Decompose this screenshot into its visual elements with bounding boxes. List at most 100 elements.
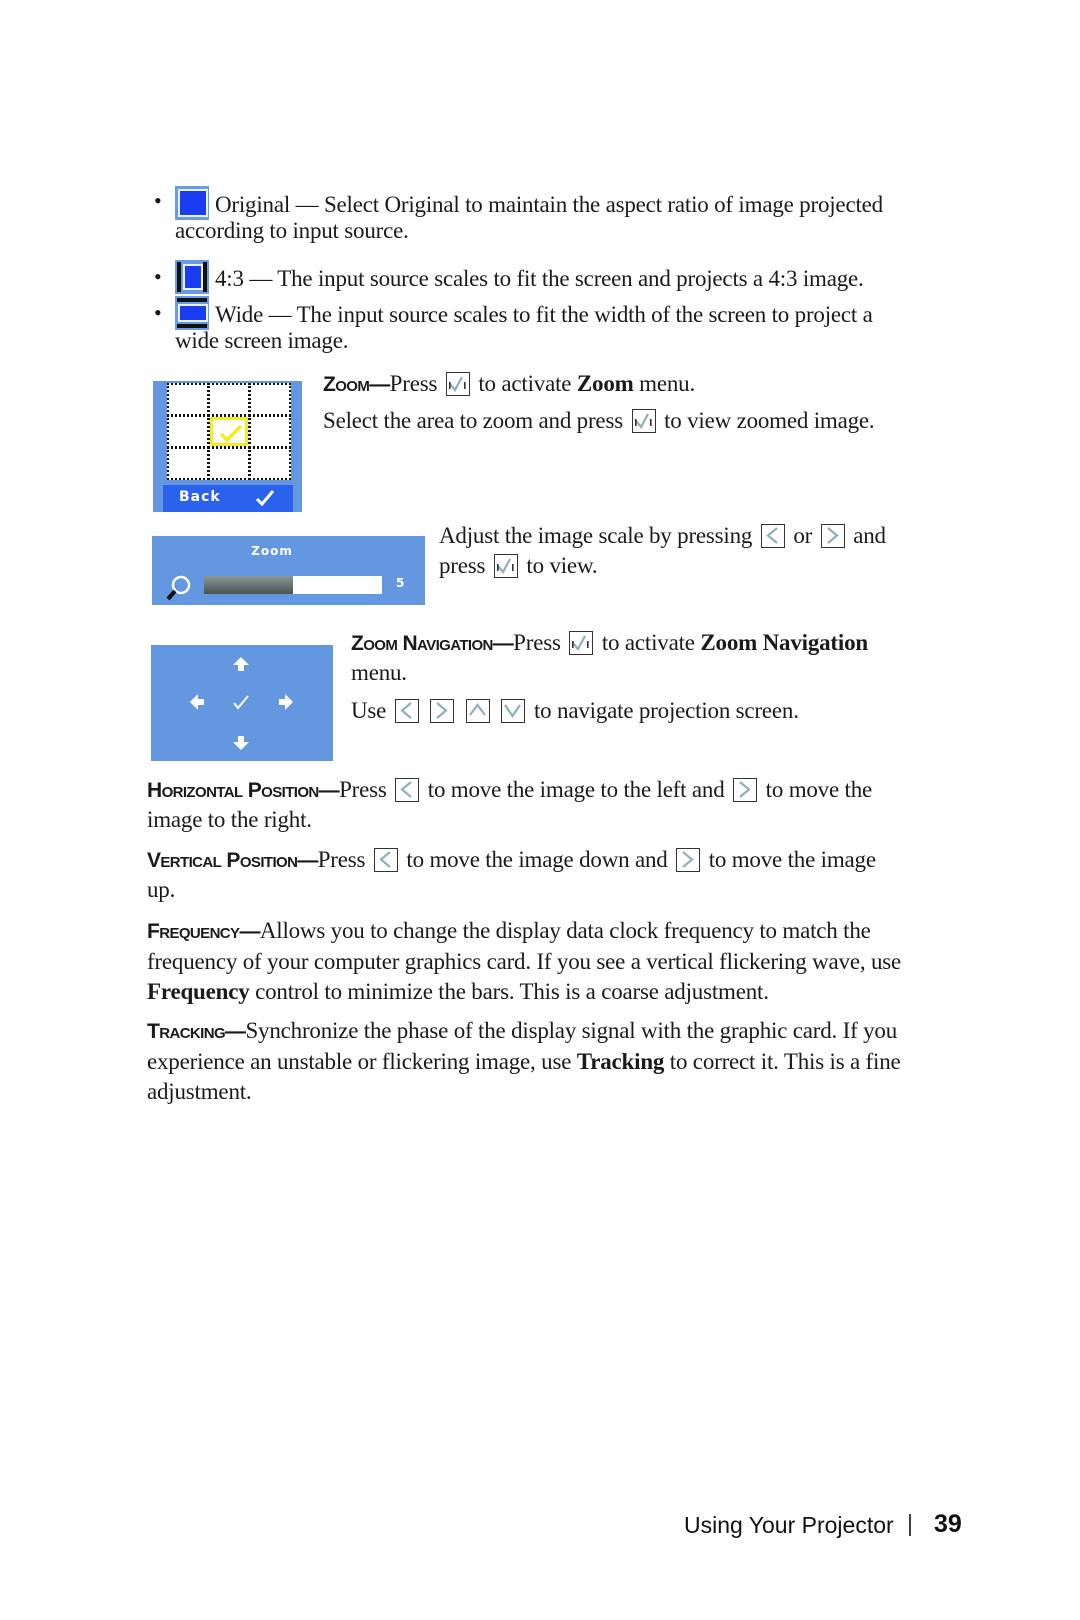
- text: Select the area to zoom and press: [323, 408, 623, 433]
- text: to view zoomed image.: [664, 408, 875, 433]
- right-key-icon: [820, 524, 845, 548]
- right-key-icon: [676, 848, 701, 872]
- zoom-nav-line-1-cont: menu.: [351, 660, 407, 685]
- aspect-option-4-3: 4:3 — The input source scales to fit the…: [175, 260, 975, 294]
- zoom-grid-cell[interactable]: [167, 383, 209, 416]
- confirm-check-icon[interactable]: [255, 489, 275, 507]
- left-key-icon: [394, 699, 419, 723]
- check-icon: [219, 424, 243, 443]
- vertical-position-item: Vertical Position—Press to move the imag…: [147, 845, 977, 876]
- zoom-grid-cell[interactable]: [249, 415, 291, 448]
- arrow-right-icon[interactable]: [278, 693, 294, 711]
- text: Press: [513, 630, 561, 655]
- bullet: •: [154, 300, 162, 325]
- text: to navigate projection screen.: [533, 698, 799, 723]
- frequency-line: Frequency control to minimize the bars. …: [147, 977, 977, 1007]
- zoom-osd-title: Zoom: [251, 544, 293, 558]
- aspect-option-continuation: wide screen image.: [175, 328, 349, 353]
- zoom-scale-osd: Zoom 5: [152, 536, 425, 605]
- text: press: [439, 553, 486, 578]
- horizontal-position-heading: Horizontal Position—: [147, 779, 340, 802]
- aspect-option-original: Original — Select Original to maintain t…: [175, 186, 975, 220]
- aspect-original-icon: [175, 186, 209, 220]
- frequency-line: Frequency—Allows you to change the displ…: [147, 916, 977, 947]
- frequency-heading: Frequency—: [147, 920, 260, 943]
- enter-key-icon: [493, 554, 518, 578]
- tracking-item: Tracking—Synchronize the phase of the di…: [147, 1016, 977, 1107]
- vertical-position-heading: Vertical Position—: [147, 849, 318, 872]
- zoom-line-1: Zoom—Press to activate Zoom menu.: [323, 369, 963, 400]
- zoom-level-slider[interactable]: [204, 576, 382, 594]
- up-key-icon: [465, 699, 490, 723]
- aspect-option-continuation: according to input source.: [175, 218, 409, 243]
- zoom-grid-cell[interactable]: [208, 383, 250, 416]
- zoom-navigation-osd: [151, 645, 333, 761]
- text: to move the image down and: [406, 847, 668, 872]
- down-key-icon: [501, 699, 526, 723]
- horizontal-position-cont: image to the right.: [147, 807, 312, 832]
- frequency-item: Frequency—Allows you to change the displ…: [147, 916, 977, 1007]
- tracking-line: Tracking—Synchronize the phase of the di…: [147, 1016, 977, 1047]
- zoom-grid-cell[interactable]: [208, 447, 250, 480]
- text: or: [793, 523, 813, 548]
- zoom-scale-line-2: press to view.: [439, 551, 598, 581]
- text: Press: [389, 371, 438, 396]
- zoom-scale-line-1: Adjust the image scale by pressing or an…: [439, 521, 979, 551]
- bold-term: Tracking: [576, 1049, 665, 1074]
- enter-key-icon: [631, 409, 656, 433]
- text: to move the: [765, 777, 873, 802]
- aspect-option-text: 4:3 — The input source scales to fit the…: [215, 266, 864, 291]
- text: to move the image: [708, 847, 876, 872]
- arrow-left-icon[interactable]: [189, 693, 205, 711]
- selection-highlight: [210, 417, 248, 446]
- text: Press: [317, 847, 366, 872]
- footer-separator: |: [907, 1510, 913, 1536]
- text: Adjust the image scale by pressing: [439, 523, 753, 548]
- zoom-heading: Zoom—: [323, 373, 390, 396]
- arrow-up-icon[interactable]: [232, 656, 250, 672]
- left-key-icon: [395, 778, 420, 802]
- footer-section-title: Using Your Projector: [684, 1512, 894, 1538]
- zoom-grid-cell[interactable]: [167, 415, 209, 448]
- zoom-navigation-heading: Zoom Navigation—: [351, 632, 514, 655]
- text: to activate: [601, 630, 695, 655]
- text: Synchronize the phase of the display sig…: [245, 1018, 898, 1043]
- text: experience an unstable or flickering ima…: [147, 1049, 577, 1074]
- left-key-icon: [760, 524, 785, 548]
- text: and: [853, 523, 886, 548]
- back-button[interactable]: Back: [179, 489, 221, 505]
- arrow-down-icon[interactable]: [232, 735, 250, 751]
- enter-key-icon: [445, 372, 470, 396]
- aspect-option-text: Wide — The input source scales to fit th…: [215, 302, 873, 327]
- zoom-level-value: 5: [396, 576, 405, 590]
- enter-key-icon: [569, 631, 594, 655]
- bullet: •: [154, 188, 162, 213]
- right-key-icon: [733, 778, 758, 802]
- zoom-level-fill: [204, 576, 293, 594]
- tracking-heading: Tracking—: [147, 1020, 246, 1043]
- text: to move the image to the left and: [427, 777, 725, 802]
- zoom-grid-cell[interactable]: [249, 383, 291, 416]
- frequency-line: frequency of your computer graphics card…: [147, 949, 902, 974]
- zoom-nav-line-2: Use to navigate projection screen.: [351, 696, 971, 726]
- text: control to minimize the bars. This is a …: [249, 979, 769, 1004]
- text: menu.: [639, 371, 695, 396]
- zoom-grid-cell[interactable]: [249, 447, 291, 480]
- magnifier-icon: [166, 575, 191, 601]
- right-key-icon: [430, 699, 455, 723]
- horizontal-position-item: Horizontal Position—Press to move the im…: [147, 775, 977, 806]
- zoom-grid: [167, 383, 291, 480]
- zoom-grid-cell-selected[interactable]: [208, 415, 250, 448]
- text: Allows you to change the display data cl…: [259, 918, 871, 943]
- bold-term: Zoom: [576, 371, 634, 396]
- aspect-4-3-icon: [175, 260, 209, 294]
- text: to correct it. This is a fine: [664, 1049, 901, 1074]
- zoom-line-2: Select the area to zoom and press to vie…: [323, 406, 973, 436]
- bold-term: Frequency: [147, 979, 250, 1004]
- vertical-position-cont: up.: [147, 877, 176, 902]
- zoom-grid-osd: Back: [153, 381, 302, 512]
- bullet: •: [154, 264, 162, 289]
- aspect-wide-icon: [175, 296, 209, 330]
- check-icon[interactable]: [232, 694, 250, 710]
- zoom-grid-cell[interactable]: [167, 447, 209, 480]
